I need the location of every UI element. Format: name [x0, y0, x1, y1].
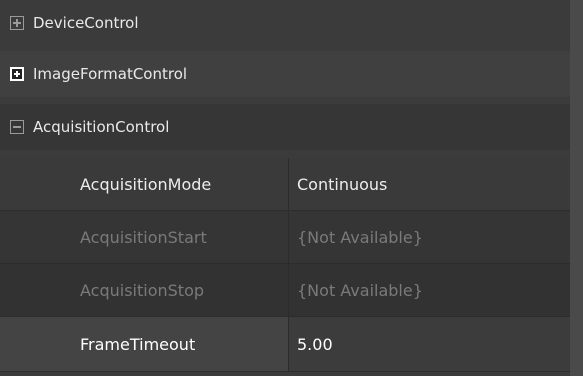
group-device-control[interactable]: DeviceControl	[0, 0, 570, 46]
property-value: {Not Available}	[297, 227, 423, 247]
property-value[interactable]: Continuous	[289, 158, 570, 210]
property-grid: DeviceControl ImageFormatControl Acquisi…	[0, 0, 583, 376]
group-acquisition-control[interactable]: AcquisitionControl	[0, 104, 570, 150]
property-row-acquisition-stop[interactable]: AcquisitionStop {Not Available}	[0, 264, 570, 317]
property-name: AcquisitionStart	[0, 211, 289, 263]
collapse-minus-icon[interactable]	[10, 120, 24, 134]
property-name: AcquisitionStop	[0, 264, 289, 316]
group-label: DeviceControl	[33, 14, 139, 32]
group-label: ImageFormatControl	[33, 65, 188, 83]
group-label: AcquisitionControl	[33, 118, 170, 136]
group-image-format-control[interactable]: ImageFormatControl	[0, 51, 570, 97]
expand-plus-icon[interactable]	[10, 67, 24, 81]
scrollbar[interactable]	[570, 0, 583, 376]
property-name: FrameTimeout	[0, 317, 289, 371]
property-name: AcquisitionMode	[0, 158, 289, 210]
property-value: {Not Available}	[297, 280, 423, 300]
property-row-frame-timeout[interactable]: FrameTimeout 5.00	[0, 317, 570, 372]
property-row-acquisition-mode[interactable]: AcquisitionMode Continuous	[0, 158, 570, 211]
expand-plus-icon[interactable]	[10, 16, 24, 30]
property-value-input[interactable]: 5.00	[289, 317, 570, 371]
property-row-acquisition-start[interactable]: AcquisitionStart {Not Available}	[0, 211, 570, 264]
